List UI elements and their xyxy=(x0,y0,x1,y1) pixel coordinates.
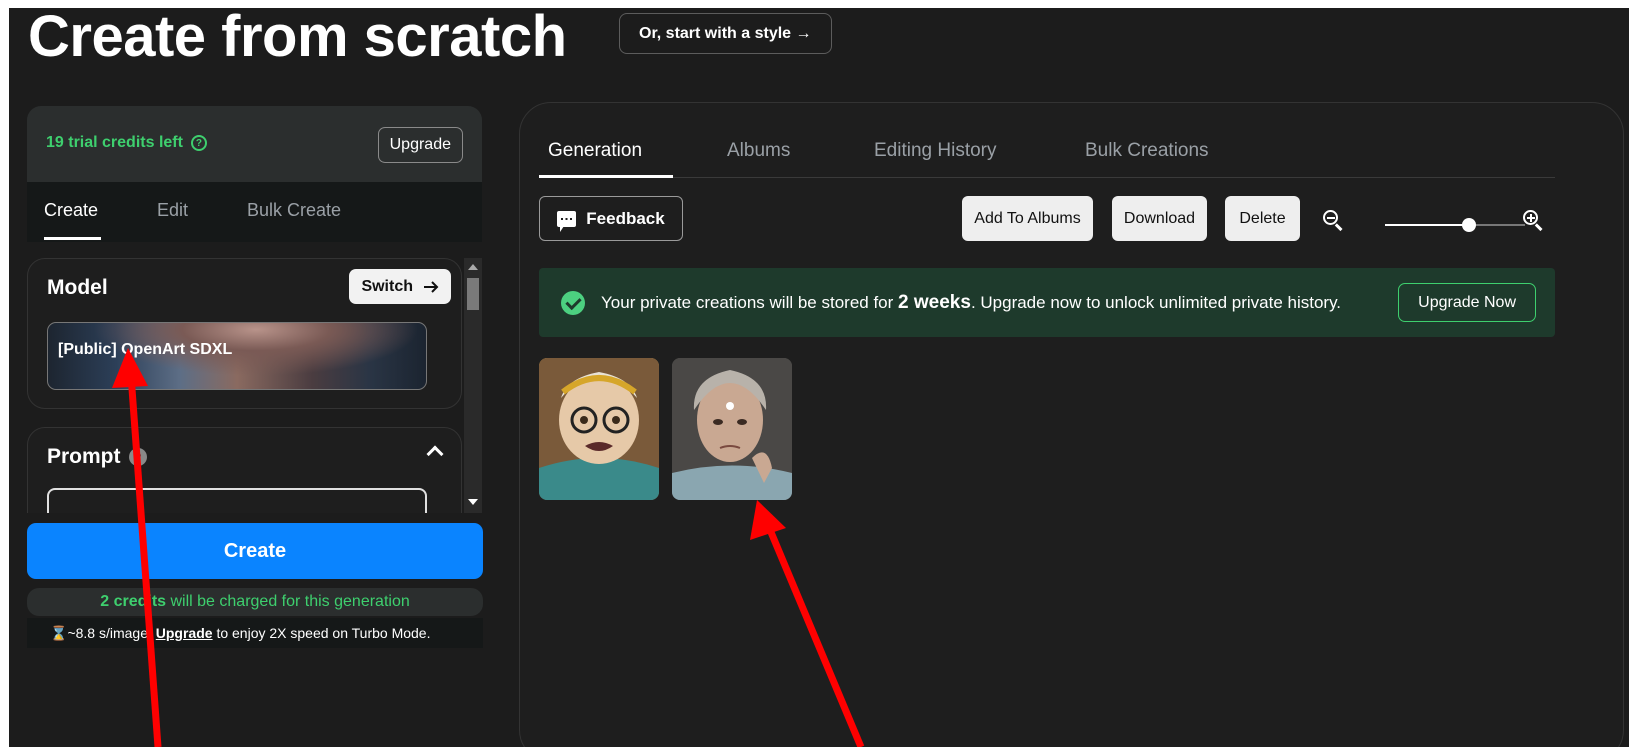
credits-box: 19 trial credits left ? Upgrade xyxy=(27,106,482,182)
upgrade-link[interactable]: Upgrade xyxy=(156,625,213,641)
storage-notice-banner: Your private creations will be stored fo… xyxy=(539,268,1555,337)
prompt-input[interactable] xyxy=(47,488,427,513)
tab-divider xyxy=(539,177,1555,178)
credits-indicator: 19 trial credits left ? xyxy=(46,134,207,152)
generated-image-thumbnail[interactable] xyxy=(672,358,792,500)
active-tab-underline xyxy=(539,175,673,178)
scroll-down-arrow-icon[interactable] xyxy=(468,499,478,505)
tab-albums[interactable]: Albums xyxy=(727,140,790,162)
speed-text: ~8.8 s/image. xyxy=(67,625,156,641)
results-panel: Generation Albums Editing History Bulk C… xyxy=(519,102,1624,747)
credit-charge-amount: 2 credits xyxy=(100,593,167,610)
left-tab-bar: Create Edit Bulk Create xyxy=(27,182,482,242)
generated-image-thumbnail[interactable] xyxy=(539,358,659,500)
switch-label: Switch xyxy=(361,277,413,295)
scrollbar-thumb[interactable] xyxy=(467,278,479,310)
speed-suffix: to enjoy 2X speed on Turbo Mode. xyxy=(212,625,431,641)
arrow-right-icon xyxy=(424,280,439,293)
tab-generation[interactable]: Generation xyxy=(548,140,642,162)
elderly-woman-portrait-image xyxy=(672,358,792,500)
notice-prefix: Your private creations will be stored fo… xyxy=(601,293,899,312)
tab-bulk-create[interactable]: Bulk Create xyxy=(247,200,341,221)
notice-suffix: . Upgrade now to unlock unlimited privat… xyxy=(970,293,1342,312)
tab-edit[interactable]: Edit xyxy=(157,200,188,221)
chat-icon xyxy=(557,210,577,227)
credit-charge-notice: 2 credits will be charged for this gener… xyxy=(27,588,483,616)
model-title: Model xyxy=(47,276,108,299)
add-to-albums-button[interactable]: Add To Albums xyxy=(962,196,1093,241)
app-screen: Create from scratch Or, start with a sty… xyxy=(9,8,1629,747)
delete-button[interactable]: Delete xyxy=(1225,196,1300,241)
settings-scroll-area[interactable]: Model Switch [Public] OpenArt SDXL Promp… xyxy=(27,258,464,513)
zoom-in-icon[interactable] xyxy=(1523,210,1543,231)
prompt-card: Prompt ? xyxy=(27,427,462,513)
scrollbar[interactable] xyxy=(464,258,482,513)
create-button[interactable]: Create xyxy=(27,523,483,579)
notice-duration: 2 weeks xyxy=(898,292,971,313)
credits-label: 19 trial credits left xyxy=(46,134,183,151)
scroll-up-arrow-icon[interactable] xyxy=(468,264,478,270)
tab-editing-history[interactable]: Editing History xyxy=(874,140,997,162)
chevron-up-icon[interactable] xyxy=(426,445,444,463)
prompt-title: Prompt ? xyxy=(47,445,147,469)
switch-model-button[interactable]: Switch xyxy=(349,269,451,304)
page-title: Create from scratch xyxy=(28,8,567,69)
zoom-slider[interactable] xyxy=(1385,218,1525,232)
feedback-label: Feedback xyxy=(586,208,665,228)
start-with-style-button[interactable]: Or, start with a style → xyxy=(619,13,832,54)
prompt-title-label: Prompt xyxy=(47,445,121,468)
selected-model-card[interactable]: [Public] OpenArt SDXL xyxy=(47,322,427,390)
check-circle-icon xyxy=(561,291,585,315)
zoom-out-icon[interactable] xyxy=(1323,210,1343,231)
tab-create[interactable]: Create xyxy=(44,200,98,221)
upgrade-button[interactable]: Upgrade xyxy=(377,127,463,163)
upgrade-now-button[interactable]: Upgrade Now xyxy=(1398,283,1536,322)
help-icon[interactable]: ? xyxy=(128,448,147,466)
credit-charge-text: will be charged for this generation xyxy=(166,593,410,610)
active-tab-underline xyxy=(44,237,101,240)
model-card: Model Switch [Public] OpenArt SDXL xyxy=(27,258,462,409)
storage-notice-text: Your private creations will be stored fo… xyxy=(601,292,1341,314)
question-icon[interactable]: ? xyxy=(190,135,207,151)
elderly-woman-cartoon-image xyxy=(539,358,659,500)
selected-model-label: [Public] OpenArt SDXL xyxy=(58,341,233,358)
tab-bulk-creations[interactable]: Bulk Creations xyxy=(1085,140,1209,162)
hourglass-icon: ⌛ xyxy=(50,625,68,641)
speed-notice: ⌛~8.8 s/image. Upgrade to enjoy 2X speed… xyxy=(27,618,483,648)
zoom-slider-handle[interactable] xyxy=(1462,218,1476,232)
feedback-button[interactable]: Feedback xyxy=(539,196,683,241)
download-button[interactable]: Download xyxy=(1112,196,1207,241)
